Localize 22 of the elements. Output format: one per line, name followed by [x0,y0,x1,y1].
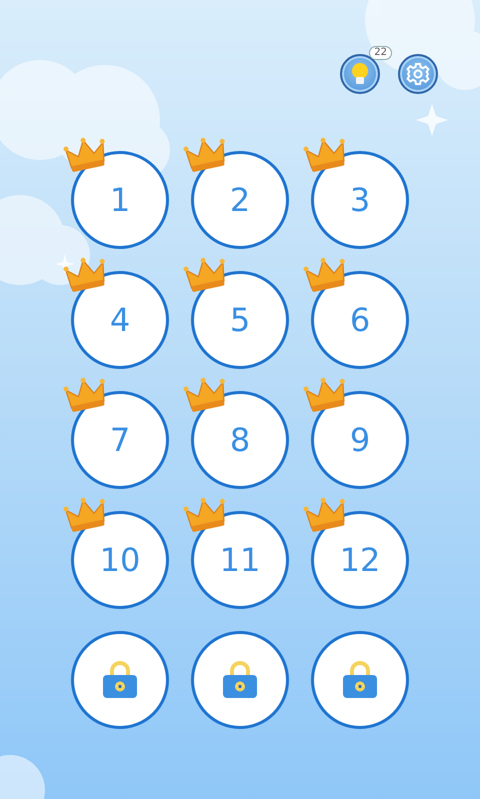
sparkle-icon [416,104,448,136]
hint-count: 22 [369,46,392,60]
cloud [0,755,45,799]
level-button[interactable]: 9 [311,391,409,489]
level-button[interactable]: 7 [71,391,169,489]
level-button[interactable]: 3 [311,151,409,249]
lock-icon [102,661,138,699]
lightbulb-icon [349,61,371,87]
level-button[interactable]: 8 [191,391,289,489]
hint-button[interactable] [340,54,380,94]
level-button[interactable]: 4 [71,271,169,369]
level-button[interactable]: 10 [71,511,169,609]
lock-icon [342,661,378,699]
level-button[interactable]: 12 [311,511,409,609]
lock-icon [222,661,258,699]
settings-button[interactable] [398,54,438,94]
level-button[interactable]: 2 [191,151,289,249]
level-button[interactable]: 11 [191,511,289,609]
level-button[interactable]: 6 [311,271,409,369]
level-button[interactable]: 1 [71,151,169,249]
level-button[interactable]: 5 [191,271,289,369]
settings-icon [406,62,430,86]
